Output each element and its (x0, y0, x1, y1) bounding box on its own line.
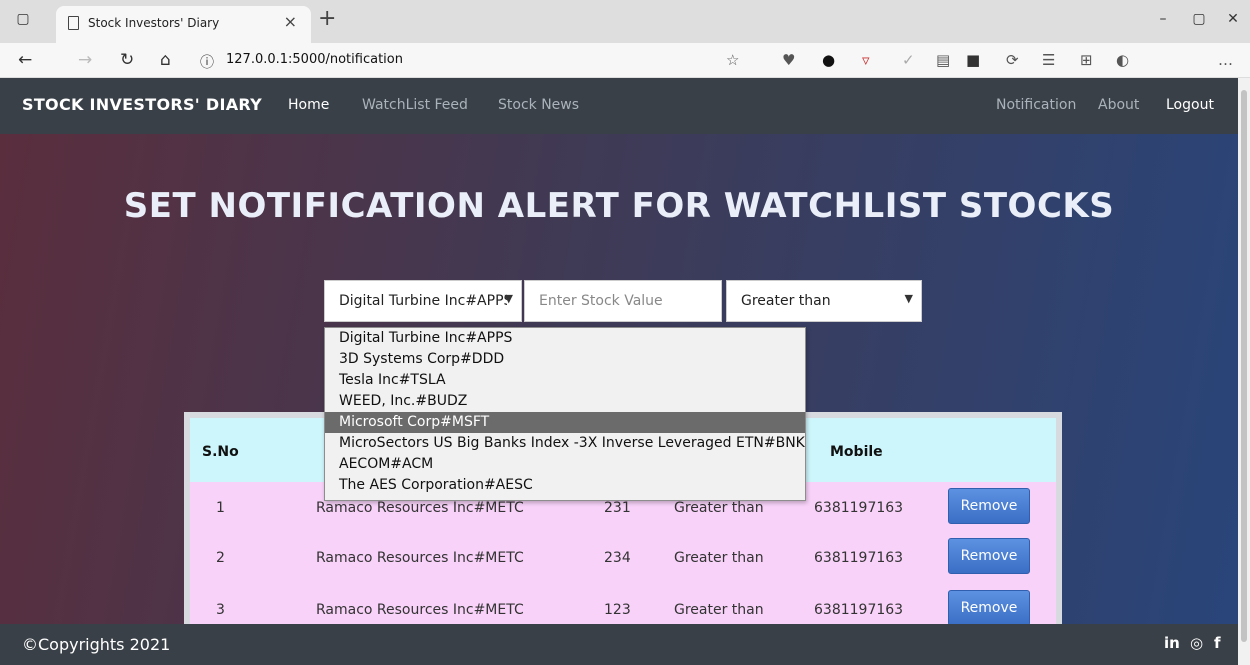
favorite-add-icon[interactable]: ☆ (726, 51, 739, 69)
cell-stock: Ramaco Resources Inc#METC (316, 602, 524, 618)
page-scrollbar[interactable] (1238, 78, 1250, 665)
remove-button[interactable]: Remove (948, 488, 1030, 524)
site-navbar: STOCK INVESTORS' DIARY Home WatchList Fe… (0, 78, 1238, 134)
collections-icon[interactable]: ⊞ (1080, 51, 1093, 69)
new-tab-icon[interactable]: + (318, 6, 336, 31)
stock-dropdown-list: Digital Turbine Inc#APPS 3D Systems Corp… (324, 327, 806, 501)
condition-select[interactable]: Greater than ▼ (726, 280, 922, 322)
back-icon[interactable]: ← (18, 50, 32, 70)
nav-about[interactable]: About (1098, 97, 1139, 113)
stock-option-highlighted[interactable]: Microsoft Corp#MSFT (325, 412, 805, 433)
remove-button[interactable]: Remove (948, 590, 1030, 624)
linkedin-icon[interactable]: in (1164, 634, 1180, 652)
browser-tab-bar: ▢ Stock Investors' Diary × + – ▢ ✕ (0, 0, 1250, 43)
copyright-text: ©Copyrights 2021 (22, 635, 171, 654)
stock-option[interactable]: Digital Turbine Inc#APPS (325, 328, 805, 349)
stock-option[interactable]: 3D Systems Corp#DDD (325, 349, 805, 370)
cell-value: 123 (604, 602, 631, 618)
chevron-down-icon: ▼ (904, 292, 913, 305)
header-mobile: Mobile (830, 444, 883, 460)
nav-home[interactable]: Home (288, 97, 329, 113)
stock-option[interactable]: MicroSectors US Big Banks Index -3X Inve… (325, 433, 805, 454)
pocket-icon[interactable]: ♥ (782, 51, 795, 69)
stock-option[interactable]: WEED, Inc.#BUDZ (325, 391, 805, 412)
stock-select[interactable]: Digital Turbine Inc#APPS ▼ (324, 280, 522, 322)
check-icon[interactable]: ✓ (902, 51, 915, 69)
brand-logo[interactable]: STOCK INVESTORS' DIARY (22, 95, 262, 114)
cell-sno: 1 (216, 500, 225, 516)
table-body: 1 Ramaco Resources Inc#METC 231 Greater … (190, 482, 1056, 624)
tab-actions-icon[interactable]: ▢ (12, 8, 34, 30)
nav-watchlist-feed[interactable]: WatchList Feed (362, 97, 468, 113)
extensions-icon[interactable]: ⟳ (1006, 51, 1019, 69)
cell-condition: Greater than (674, 500, 764, 516)
instagram-icon[interactable]: ◎ (1190, 634, 1203, 652)
facebook-icon[interactable]: f (1214, 634, 1221, 652)
stock-value-placeholder: Enter Stock Value (539, 293, 663, 309)
nav-notification[interactable]: Notification (996, 97, 1076, 113)
tab-title: Stock Investors' Diary (88, 16, 220, 30)
cell-mobile: 6381197163 (814, 550, 904, 566)
favorites-icon[interactable]: ☰ (1042, 51, 1055, 69)
nav-logout[interactable]: Logout (1166, 97, 1214, 113)
cell-mobile: 6381197163 (814, 602, 904, 618)
cell-stock: Ramaco Resources Inc#METC (316, 550, 524, 566)
forward-icon[interactable]: → (78, 50, 92, 70)
stock-option[interactable]: Tesla Inc#TSLA (325, 370, 805, 391)
address-bar: ← → ↻ ⌂ ⓘ 127.0.0.1:5000/notification ☆ … (0, 43, 1250, 78)
stock-option[interactable]: AECOM#ACM (325, 454, 805, 475)
stock-value-input[interactable]: Enter Stock Value (524, 280, 722, 322)
minimize-icon[interactable]: – (1152, 8, 1174, 30)
nav-stock-news[interactable]: Stock News (498, 97, 579, 113)
chevron-down-icon: ▼ (504, 292, 513, 305)
condition-select-value: Greater than (741, 293, 831, 309)
close-window-icon[interactable]: ✕ (1222, 8, 1244, 30)
cell-condition: Greater than (674, 602, 764, 618)
info-icon[interactable]: ⓘ (200, 52, 214, 72)
profile-avatar-icon[interactable]: ◐ (1116, 51, 1129, 69)
extension-doc-icon[interactable]: ▤ (936, 51, 950, 69)
table-row: 2 Ramaco Resources Inc#METC 234 Greater … (190, 534, 1056, 582)
selenium-icon[interactable]: ■ (966, 51, 980, 69)
cell-value: 231 (604, 500, 631, 516)
cell-value: 234 (604, 550, 631, 566)
table-row: 3 Ramaco Resources Inc#METC 123 Greater … (190, 586, 1056, 624)
more-icon[interactable]: … (1218, 51, 1233, 69)
restore-icon[interactable]: ▢ (1188, 8, 1210, 30)
browser-tab[interactable]: Stock Investors' Diary × (56, 6, 311, 43)
page-icon (68, 16, 79, 30)
cell-stock: Ramaco Resources Inc#METC (316, 500, 524, 516)
extension-red-icon[interactable]: ▿ (862, 51, 870, 69)
site-footer: ©Copyrights 2021 in ◎ f (0, 624, 1238, 665)
stock-select-value: Digital Turbine Inc#APPS (339, 293, 507, 309)
page-title: SET NOTIFICATION ALERT FOR WATCHLIST STO… (123, 186, 1115, 226)
cell-sno: 2 (216, 550, 225, 566)
remove-button[interactable]: Remove (948, 538, 1030, 574)
stock-option[interactable]: The AES Corporation#AESC (325, 475, 805, 496)
close-tab-icon[interactable]: × (284, 12, 297, 31)
scrollbar-thumb[interactable] (1241, 90, 1247, 642)
cell-mobile: 6381197163 (814, 500, 904, 516)
extension-dark-icon[interactable]: ● (822, 51, 835, 69)
header-sno: S.No (202, 444, 239, 460)
cell-sno: 3 (216, 602, 225, 618)
cell-condition: Greater than (674, 550, 764, 566)
refresh-icon[interactable]: ↻ (120, 50, 134, 70)
home-icon[interactable]: ⌂ (160, 50, 171, 70)
url-field[interactable]: 127.0.0.1:5000/notification (226, 52, 403, 67)
